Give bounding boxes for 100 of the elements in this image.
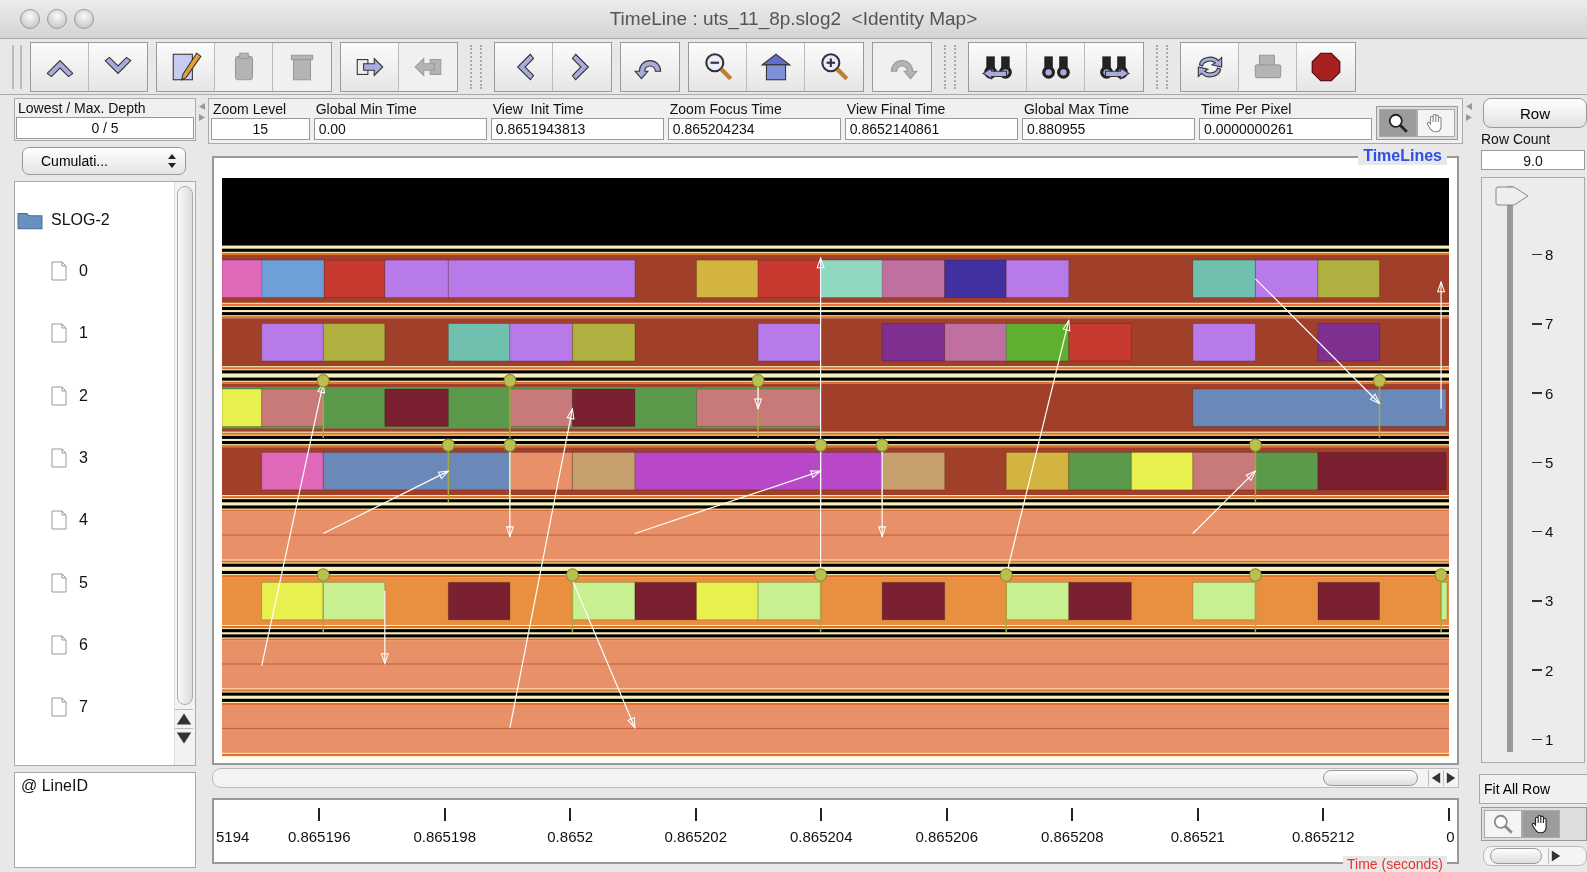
time-field[interactable]: 0.8652140861 (844, 118, 1018, 140)
toolbar-button[interactable] (157, 42, 215, 91)
document-icon (51, 448, 67, 469)
slider-tick-label: 2 (1545, 661, 1554, 679)
axis-tick-label: 0.865196 (287, 828, 351, 845)
row-count-label: Row Count (1480, 131, 1552, 147)
toolbar-button[interactable] (1027, 42, 1085, 91)
slider-tick (1532, 323, 1542, 325)
axis-tick (945, 808, 948, 821)
document-icon (51, 634, 67, 655)
axis-tick (1196, 808, 1199, 821)
axis-tick (820, 808, 823, 821)
axis-tick (1447, 808, 1450, 821)
hand-mode-button[interactable] (1522, 810, 1560, 838)
axis-tick-label: 5194 (216, 828, 250, 845)
depth-label: Lowest / Max. Depth (17, 100, 147, 117)
tree-item[interactable]: 4 (79, 511, 88, 530)
slider-tick-label: 5 (1545, 453, 1554, 471)
toolbar-button[interactable] (1085, 42, 1143, 91)
tree-item[interactable]: SLOG-2 (51, 211, 110, 229)
toolbar-button[interactable] (805, 42, 863, 91)
tree-item[interactable]: 6 (79, 635, 88, 654)
document-icon (51, 510, 67, 531)
axis-tick-label: 0.865202 (664, 828, 727, 845)
axis-tick-label: 0.865206 (915, 828, 979, 845)
time-field[interactable]: 0.880955 (1021, 118, 1195, 140)
field-label: View Final Time (845, 101, 947, 118)
tree-item[interactable]: 1 (79, 324, 88, 343)
field-label: Global Max Time (1022, 101, 1130, 118)
view-mode-dropdown[interactable]: Cumulati... (22, 147, 186, 175)
toolbar-button[interactable] (621, 42, 679, 91)
slider-tick (1532, 738, 1542, 741)
axis-tick-label: 0.865212 (1292, 828, 1355, 845)
axis-tick-label: 0.8652 (547, 828, 594, 845)
time-field[interactable]: 0.00 (313, 118, 487, 140)
magnifier-icon (1492, 813, 1514, 835)
axis-tick-label: 0.865204 (789, 828, 853, 845)
slider-thumb[interactable] (1494, 186, 1530, 208)
scroll-thumb[interactable] (1323, 770, 1418, 786)
toolbar-grip (12, 44, 22, 89)
window-title: TimeLine : uts_11_8p.slog2 <Identity Map> (608, 8, 979, 30)
toolbar-button[interactable] (1297, 42, 1355, 91)
time-field[interactable]: 0.865204234 (667, 118, 841, 140)
tree-item[interactable]: 5 (79, 573, 88, 592)
vertical-scrollbar[interactable] (174, 182, 195, 765)
time-field[interactable]: 15 (211, 118, 310, 140)
slider-tick-label: 3 (1545, 592, 1554, 610)
field-label: Zoom Focus Time (668, 101, 783, 118)
tree-item[interactable]: 0 (79, 262, 88, 281)
axis-title: Time (seconds) (1343, 856, 1447, 872)
scroll-thumb[interactable] (1490, 848, 1542, 864)
axis-tick (1322, 808, 1325, 821)
slider-tick-label: 8 (1545, 246, 1554, 263)
timelines-title: TimeLines (1358, 147, 1447, 165)
document-icon (51, 323, 67, 344)
fit-all-rows-button[interactable]: Fit All Row (1479, 774, 1587, 804)
field-label: View Init Time (491, 101, 585, 118)
slider-tick (1532, 530, 1542, 533)
slider-tick (1532, 461, 1542, 464)
axis-tick-label: 0.865208 (1041, 828, 1104, 845)
row-count-field[interactable]: 9.0 (1481, 150, 1585, 170)
toolbar-separator (470, 44, 482, 89)
toolbar-button[interactable] (747, 42, 805, 91)
field-label: Time Per Pixel (1199, 101, 1293, 118)
horizontal-scrollbar[interactable] (1483, 846, 1587, 866)
toolbar-button[interactable] (689, 42, 747, 91)
horizontal-scrollbar[interactable] (212, 768, 1459, 788)
folder-icon (17, 210, 43, 230)
slider-tick-label: 7 (1545, 315, 1554, 333)
scroll-thumb[interactable] (177, 186, 193, 705)
line-id-label: @ LineID (21, 777, 88, 794)
time-field[interactable]: 0.0000000261 (1198, 118, 1372, 140)
axis-tick-label: 0.865198 (413, 828, 476, 845)
toolbar-separator (1156, 44, 1168, 89)
field-label: Zoom Level (212, 101, 288, 118)
document-icon (51, 261, 67, 282)
slider-tick (1532, 392, 1542, 394)
field-label: Global Min Time (314, 101, 418, 118)
toolbar-button[interactable] (341, 42, 399, 91)
slider-tick-label: 6 (1545, 384, 1554, 402)
document-icon (51, 572, 67, 593)
toolbar-button[interactable] (1181, 42, 1239, 91)
document-icon (51, 697, 67, 718)
tree-item[interactable]: 3 (79, 449, 88, 468)
tree-item[interactable]: 7 (79, 698, 88, 717)
up-down-arrows-icon (167, 153, 177, 169)
axis-tick-label: 0 (1446, 828, 1455, 845)
slider-tick (1532, 253, 1542, 256)
slider-tick (1532, 600, 1542, 602)
toolbar-button[interactable] (969, 42, 1027, 91)
tree-item[interactable]: 2 (79, 386, 88, 405)
zoom-mode-button[interactable] (1379, 109, 1417, 137)
time-field[interactable]: 0.8651943813 (490, 118, 664, 140)
row-button[interactable]: Row (1483, 98, 1587, 128)
slider-tick (1532, 669, 1542, 671)
slider-tick-label: 4 (1545, 523, 1554, 541)
axis-tick-label: 0.86521 (1170, 828, 1225, 845)
scroll-left-icon[interactable] (1428, 770, 1443, 786)
depth-field[interactable]: 0 / 5 (16, 117, 194, 139)
axis-tick (694, 808, 697, 821)
